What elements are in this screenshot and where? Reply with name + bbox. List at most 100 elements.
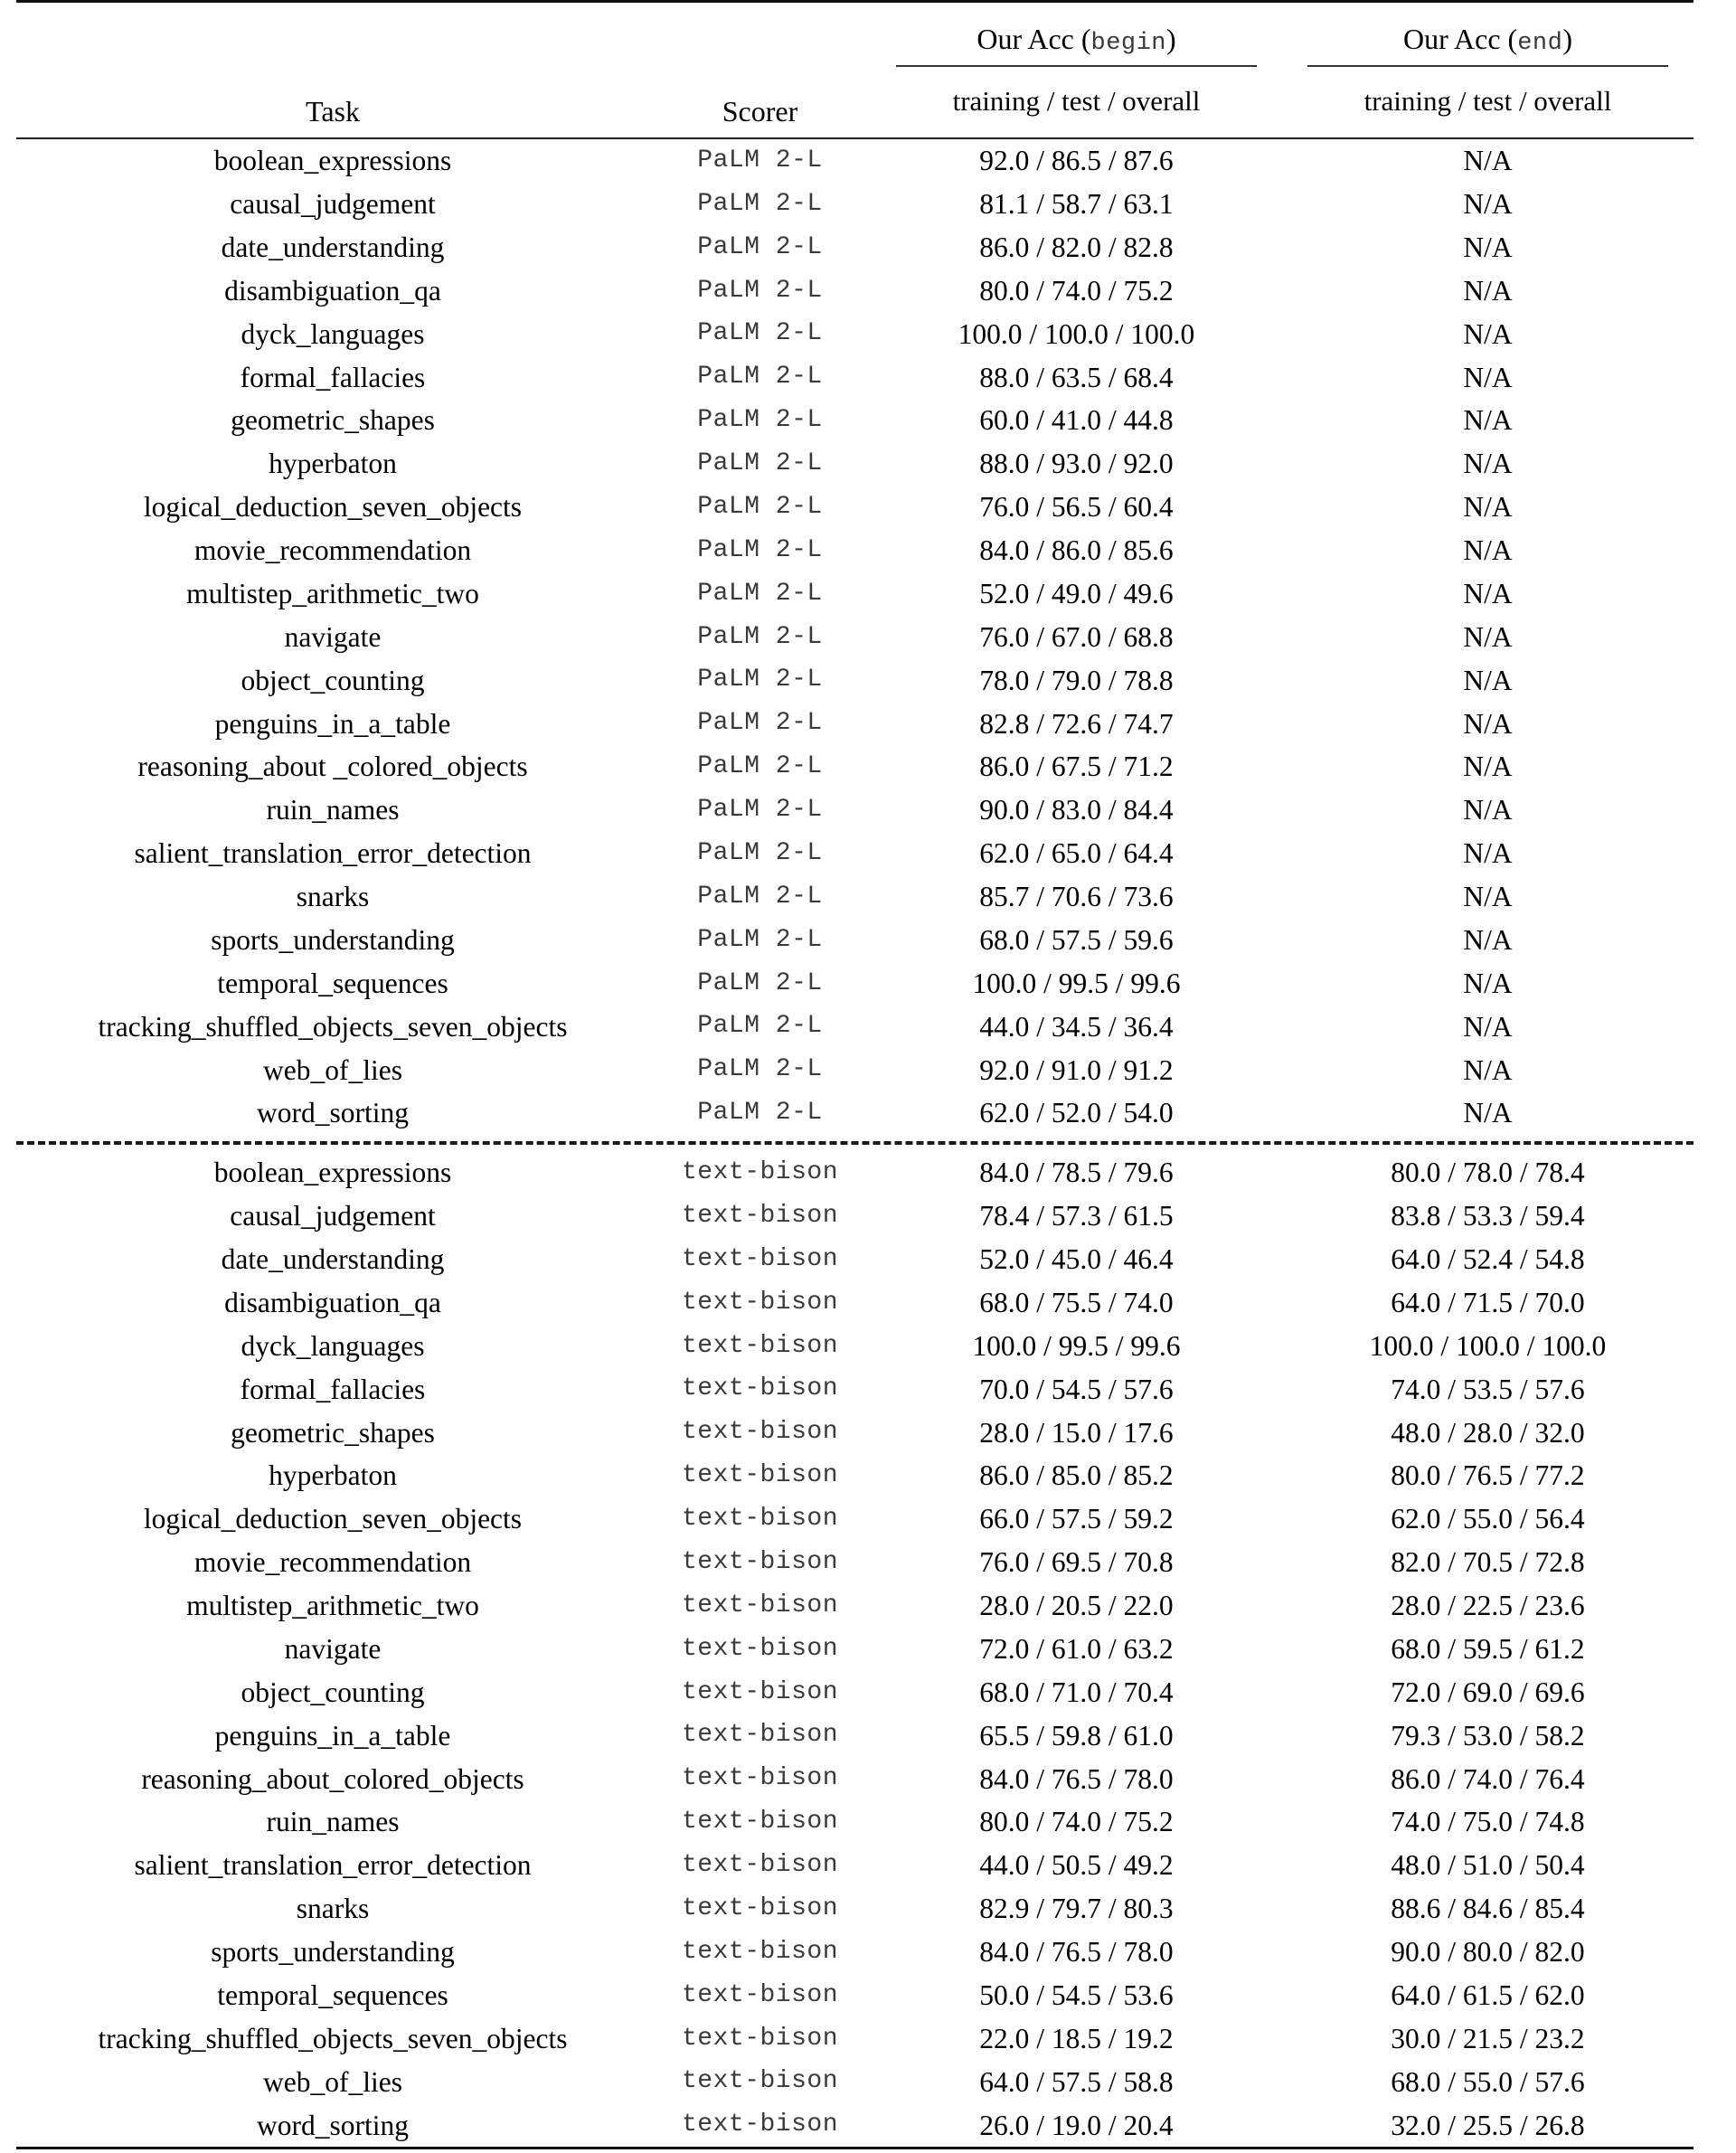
cell-task: disambiguation_qa bbox=[224, 274, 441, 307]
table-row: object_counting text-bison 68.0 / 71.0 / 7… bbox=[16, 1671, 1694, 1714]
cell-acc-begin: 84.0 / 86.0 / 85.6 bbox=[979, 534, 1174, 567]
cell-task: reasoning_about_colored_objects bbox=[141, 1762, 524, 1795]
cell-scorer: PaLM 2-L bbox=[697, 1099, 823, 1128]
cell-scorer: PaLM 2-L bbox=[697, 232, 823, 261]
cell-acc-end: N/A bbox=[1463, 577, 1513, 609]
cell-acc-begin: 50.0 / 54.5 / 53.6 bbox=[979, 1978, 1174, 2011]
cell-acc-end: N/A bbox=[1463, 361, 1513, 393]
cell-scorer: PaLM 2-L bbox=[697, 492, 823, 521]
cell-acc-begin: 82.8 / 72.6 / 74.7 bbox=[979, 707, 1174, 740]
cell-scorer: PaLM 2-L bbox=[697, 276, 823, 305]
table-row: geometric_shapes PaLM 2-L 60.0 / 41.0 / 44… bbox=[16, 399, 1694, 442]
cell-acc-end: N/A bbox=[1463, 534, 1513, 567]
our-acc-begin-mono-token: begin bbox=[1090, 30, 1167, 57]
cell-task: date_understanding bbox=[221, 231, 445, 263]
cell-task: multistep_arithmetic_two bbox=[186, 1590, 479, 1622]
table-row: logical_deduction_seven_objects PaLM 2-L 7… bbox=[16, 486, 1694, 529]
cell-acc-end: 80.0 / 76.5 / 77.2 bbox=[1391, 1459, 1585, 1492]
cell-task: word_sorting bbox=[257, 1097, 409, 1129]
table-row: formal_fallacies PaLM 2-L 88.0 / 63.5 / 68… bbox=[16, 355, 1694, 399]
cell-task: object_counting bbox=[241, 1676, 425, 1708]
cell-acc-begin: 90.0 / 83.0 / 84.4 bbox=[979, 794, 1174, 826]
cell-task: date_understanding bbox=[221, 1243, 445, 1276]
cell-acc-end: N/A bbox=[1463, 837, 1513, 870]
cell-task: salient_translation_error_detection bbox=[134, 837, 532, 870]
cell-task: penguins_in_a_table bbox=[214, 1719, 451, 1752]
cell-acc-end: N/A bbox=[1463, 404, 1513, 437]
cell-task: ruin_names bbox=[266, 1806, 400, 1838]
table-row: hyperbaton PaLM 2-L 88.0 / 93.0 / 92.0 N/A bbox=[16, 442, 1694, 486]
table-row: date_understanding text-bison 52.0 / 45.0 … bbox=[16, 1238, 1694, 1281]
cell-acc-end: 83.8 / 53.3 / 59.4 bbox=[1391, 1200, 1585, 1232]
cell-acc-end: 80.0 / 78.0 / 78.4 bbox=[1391, 1157, 1585, 1189]
table-row: salient_translation_error_detection text-… bbox=[16, 1844, 1694, 1887]
table-row: dyck_languages text-bison 100.0 / 99.5 / 9… bbox=[16, 1325, 1694, 1368]
cell-acc-begin: 52.0 / 45.0 / 46.4 bbox=[979, 1243, 1174, 1276]
cell-acc-begin: 88.0 / 63.5 / 68.4 bbox=[979, 361, 1174, 393]
cell-acc-end: 72.0 / 69.0 / 69.6 bbox=[1391, 1676, 1585, 1708]
our-acc-end-suffix: ) bbox=[1562, 23, 1572, 55]
cell-task: dyck_languages bbox=[241, 317, 425, 350]
cell-scorer: text-bison bbox=[681, 1808, 839, 1837]
cell-acc-begin: 28.0 / 20.5 / 22.0 bbox=[979, 1590, 1174, 1622]
cell-scorer: text-bison bbox=[681, 2111, 839, 2139]
cell-scorer: text-bison bbox=[681, 1374, 839, 1403]
cell-scorer: PaLM 2-L bbox=[697, 535, 823, 564]
cell-acc-begin: 44.0 / 34.5 / 36.4 bbox=[979, 1010, 1174, 1043]
cell-task: disambiguation_qa bbox=[224, 1286, 441, 1318]
cell-scorer: PaLM 2-L bbox=[697, 882, 823, 911]
cell-scorer: text-bison bbox=[681, 1461, 839, 1490]
table-row: geometric_shapes text-bison 28.0 / 15.0 / … bbox=[16, 1411, 1694, 1454]
cell-acc-end: 68.0 / 55.0 / 57.6 bbox=[1391, 2065, 1585, 2098]
cell-scorer: text-bison bbox=[681, 1851, 839, 1880]
cell-task: snarks bbox=[296, 1893, 370, 1925]
cell-task: geometric_shapes bbox=[231, 1416, 435, 1449]
table-row: causal_judgement text-bison 78.4 / 57.3 / … bbox=[16, 1195, 1694, 1238]
table-row: temporal_sequences text-bison 50.0 / 54.5 … bbox=[16, 1974, 1694, 2017]
cell-acc-end: N/A bbox=[1463, 1010, 1513, 1043]
cell-task: sports_understanding bbox=[211, 1936, 455, 1969]
cell-task: hyperbaton bbox=[269, 1459, 397, 1492]
cell-acc-end: N/A bbox=[1463, 881, 1513, 913]
cell-acc-begin: 64.0 / 57.5 / 58.8 bbox=[979, 2065, 1174, 2098]
cell-acc-end: 79.3 / 53.0 / 58.2 bbox=[1391, 1719, 1585, 1752]
cell-acc-end: N/A bbox=[1463, 620, 1513, 653]
group-header-row: Task Scorer Our Acc (begin) Our Acc (end… bbox=[16, 3, 1694, 127]
cell-acc-begin: 84.0 / 76.5 / 78.0 bbox=[979, 1762, 1174, 1795]
cell-task: word_sorting bbox=[257, 2109, 409, 2141]
cell-acc-end: N/A bbox=[1463, 707, 1513, 740]
table-foot bbox=[16, 2147, 1694, 2150]
cell-acc-end: 90.0 / 80.0 / 82.0 bbox=[1391, 1936, 1585, 1969]
table-row: navigate text-bison 72.0 / 61.0 / 63.2 68.0… bbox=[16, 1628, 1694, 1671]
cell-acc-begin: 62.0 / 65.0 / 64.4 bbox=[979, 837, 1174, 870]
cell-acc-begin: 62.0 / 52.0 / 54.0 bbox=[979, 1097, 1174, 1129]
cell-scorer: PaLM 2-L bbox=[697, 1055, 823, 1084]
column-header-scorer: Scorer bbox=[722, 95, 798, 127]
cell-acc-end: 82.0 / 70.5 / 72.8 bbox=[1391, 1546, 1585, 1579]
table-row: word_sorting text-bison 26.0 / 19.0 / 20.4… bbox=[16, 2103, 1694, 2148]
cell-acc-begin: 72.0 / 61.0 / 63.2 bbox=[979, 1632, 1174, 1665]
cell-acc-begin: 68.0 / 57.5 / 59.6 bbox=[979, 923, 1174, 956]
cell-scorer: PaLM 2-L bbox=[697, 319, 823, 348]
column-header-task: Task bbox=[306, 95, 360, 127]
cell-scorer: PaLM 2-L bbox=[697, 406, 823, 435]
cell-acc-end: 68.0 / 59.5 / 61.2 bbox=[1391, 1632, 1585, 1665]
cell-acc-begin: 44.0 / 50.5 / 49.2 bbox=[979, 1849, 1174, 1882]
cell-scorer: PaLM 2-L bbox=[697, 709, 823, 738]
cell-task: movie_recommendation bbox=[193, 1546, 472, 1579]
table-row: ruin_names text-bison 80.0 / 74.0 / 75.2 74… bbox=[16, 1800, 1694, 1844]
cell-acc-end: 74.0 / 53.5 / 57.6 bbox=[1391, 1373, 1585, 1405]
cell-acc-begin: 80.0 / 74.0 / 75.2 bbox=[979, 1806, 1174, 1838]
table-row: movie_recommendation PaLM 2-L 84.0 / 86.0 … bbox=[16, 529, 1694, 572]
table-row: boolean_expressions text-bison 84.0 / 78.5… bbox=[16, 1151, 1694, 1195]
cell-scorer: PaLM 2-L bbox=[697, 146, 823, 175]
table-row: penguins_in_a_table PaLM 2-L 82.8 / 72.6 /… bbox=[16, 702, 1694, 745]
cell-acc-end: N/A bbox=[1463, 317, 1513, 350]
table-row: temporal_sequences PaLM 2-L 100.0 / 99.5 /… bbox=[16, 962, 1694, 1006]
cell-acc-begin: 84.0 / 78.5 / 79.6 bbox=[979, 1157, 1174, 1189]
cell-task: sports_understanding bbox=[211, 923, 455, 956]
cell-scorer: text-bison bbox=[681, 1937, 839, 1966]
table-row: salient_translation_error_detection PaLM … bbox=[16, 832, 1694, 875]
table-row: web_of_lies PaLM 2-L 92.0 / 91.0 / 91.2 N/A bbox=[16, 1048, 1694, 1091]
cell-acc-begin: 81.1 / 58.7 / 63.1 bbox=[979, 188, 1174, 221]
